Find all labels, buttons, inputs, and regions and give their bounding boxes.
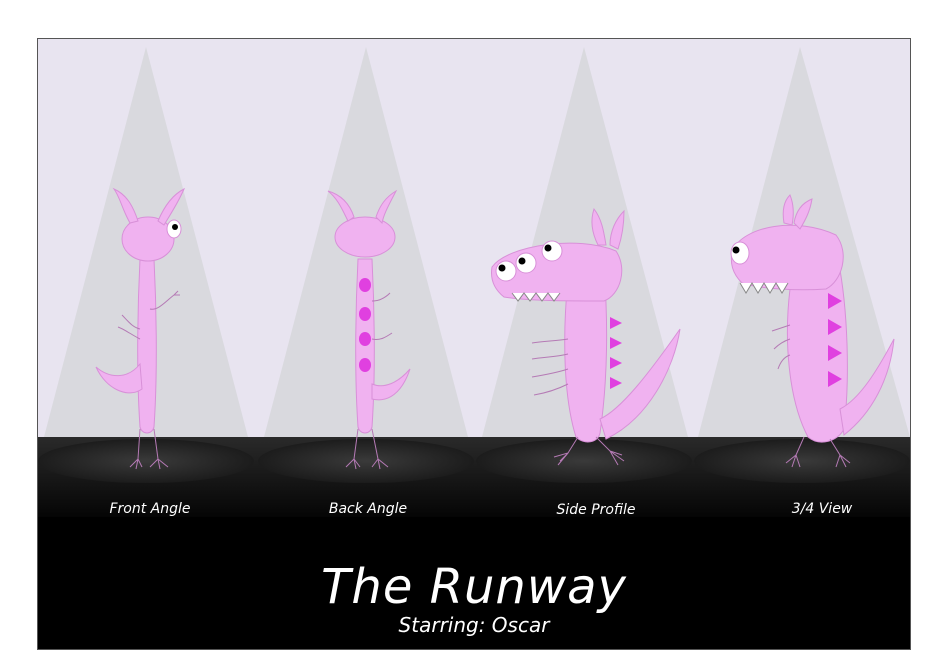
runway-stage: Front Angle Back Angle Side Profile 3/4 … [37, 38, 911, 650]
view-label-side: Side Profile [556, 502, 636, 518]
page-title: The Runway [321, 559, 627, 615]
floor-spot-4 [694, 439, 910, 483]
floor-spot-1 [38, 439, 254, 483]
floor-spot-3 [476, 439, 692, 483]
page-subtitle: Starring: Oscar [398, 613, 550, 637]
view-label-back: Back Angle [328, 501, 408, 517]
view-label-three-quarter: 3/4 View [791, 501, 853, 517]
floor-spot-2 [258, 439, 474, 483]
view-label-front: Front Angle [109, 501, 191, 517]
